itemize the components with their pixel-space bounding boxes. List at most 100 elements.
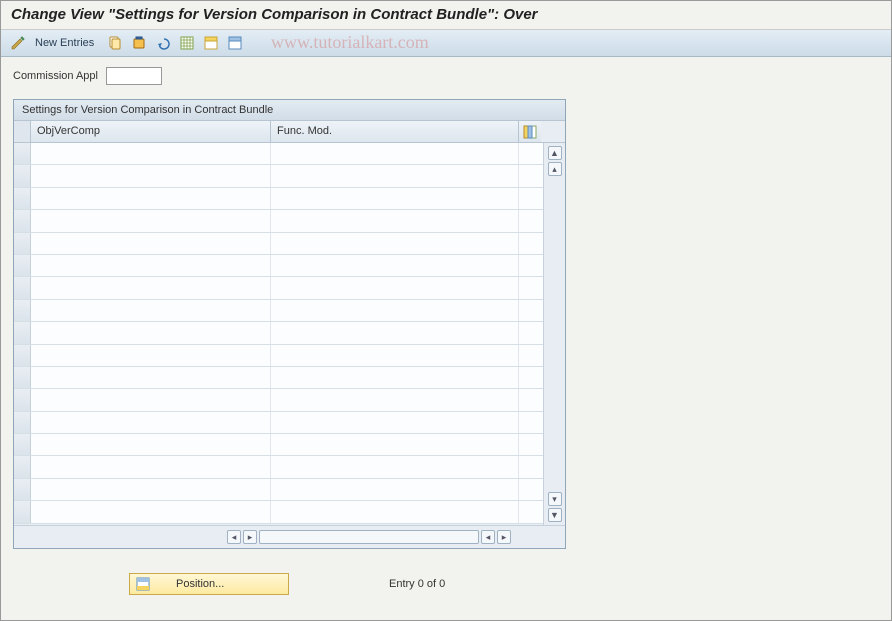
table-row[interactable]: [14, 300, 543, 322]
scroll-down-icon[interactable]: ▼: [548, 508, 562, 522]
deselect-all-icon[interactable]: [226, 34, 244, 52]
cell-funcmod[interactable]: [271, 345, 519, 366]
table-row[interactable]: [14, 367, 543, 389]
row-selector[interactable]: [14, 143, 31, 164]
cell-funcmod[interactable]: [271, 501, 519, 522]
cell-funcmod[interactable]: [271, 434, 519, 455]
row-selector[interactable]: [14, 345, 31, 366]
cell-funcmod[interactable]: [271, 277, 519, 298]
commission-appl-row: Commission Appl: [13, 67, 879, 85]
row-selector[interactable]: [14, 300, 31, 321]
table-panel-title: Settings for Version Comparison in Contr…: [14, 100, 565, 121]
table-row[interactable]: [14, 277, 543, 299]
row-selector[interactable]: [14, 389, 31, 410]
row-selector[interactable]: [14, 165, 31, 186]
table-row[interactable]: [14, 479, 543, 501]
cell-objvercomp[interactable]: [31, 188, 271, 209]
cell-objvercomp[interactable]: [31, 434, 271, 455]
scroll-down-step-icon[interactable]: ▾: [548, 492, 562, 506]
content-area: Commission Appl Settings for Version Com…: [1, 57, 891, 559]
table-row[interactable]: [14, 412, 543, 434]
cell-objvercomp[interactable]: [31, 501, 271, 522]
toggle-edit-icon[interactable]: [9, 34, 27, 52]
column-objvercomp[interactable]: ObjVerComp: [31, 121, 271, 142]
row-selector[interactable]: [14, 479, 31, 500]
cell-objvercomp[interactable]: [31, 345, 271, 366]
table-row[interactable]: [14, 389, 543, 411]
table-settings-icon[interactable]: [519, 121, 541, 142]
scroll-up-step-icon[interactable]: ▴: [548, 162, 562, 176]
cell-objvercomp[interactable]: [31, 210, 271, 231]
cell-objvercomp[interactable]: [31, 255, 271, 276]
cell-objvercomp[interactable]: [31, 412, 271, 433]
table-row[interactable]: [14, 188, 543, 210]
table-row[interactable]: [14, 501, 543, 523]
cell-funcmod[interactable]: [271, 255, 519, 276]
vertical-scrollbar[interactable]: ▲ ▴ ▾ ▼: [543, 143, 565, 525]
cell-objvercomp[interactable]: [31, 456, 271, 477]
row-selector[interactable]: [14, 434, 31, 455]
scroll-up-icon[interactable]: ▲: [548, 146, 562, 160]
hscroll-track[interactable]: [259, 530, 479, 544]
row-selector[interactable]: [14, 322, 31, 343]
scroll-left-icon[interactable]: ▸: [243, 530, 257, 544]
horizontal-scrollbar[interactable]: ◂ ▸ ◂ ▸: [14, 525, 565, 548]
scroll-left-first-icon[interactable]: ◂: [227, 530, 241, 544]
row-selector[interactable]: [14, 501, 31, 522]
position-button[interactable]: Position...: [129, 573, 289, 595]
cell-objvercomp[interactable]: [31, 300, 271, 321]
cell-objvercomp[interactable]: [31, 389, 271, 410]
select-all-column[interactable]: [14, 121, 31, 142]
cell-funcmod[interactable]: [271, 456, 519, 477]
cell-funcmod[interactable]: [271, 143, 519, 164]
row-selector[interactable]: [14, 210, 31, 231]
cell-funcmod[interactable]: [271, 300, 519, 321]
cell-objvercomp[interactable]: [31, 233, 271, 254]
table-row[interactable]: [14, 233, 543, 255]
row-selector[interactable]: [14, 188, 31, 209]
table-row[interactable]: [14, 345, 543, 367]
row-selector[interactable]: [14, 367, 31, 388]
column-funcmod[interactable]: Func. Mod.: [271, 121, 519, 142]
table-row[interactable]: [14, 255, 543, 277]
table-row[interactable]: [14, 322, 543, 344]
row-selector[interactable]: [14, 233, 31, 254]
row-selector[interactable]: [14, 277, 31, 298]
table-row[interactable]: [14, 210, 543, 232]
scroll-right-last-icon[interactable]: ▸: [497, 530, 511, 544]
cell-objvercomp[interactable]: [31, 367, 271, 388]
footer-bar: Position... Entry 0 of 0: [129, 573, 445, 595]
table-row[interactable]: [14, 456, 543, 478]
cell-funcmod[interactable]: [271, 165, 519, 186]
cell-funcmod[interactable]: [271, 322, 519, 343]
table-row[interactable]: [14, 143, 543, 165]
table-row[interactable]: [14, 165, 543, 187]
row-selector[interactable]: [14, 456, 31, 477]
cell-funcmod[interactable]: [271, 210, 519, 231]
toolbar: New Entries www.tutorialkart.com: [1, 30, 891, 57]
position-label: Position...: [176, 578, 224, 590]
cell-funcmod[interactable]: [271, 188, 519, 209]
cell-funcmod[interactable]: [271, 412, 519, 433]
cell-funcmod[interactable]: [271, 479, 519, 500]
cell-objvercomp[interactable]: [31, 479, 271, 500]
cell-funcmod[interactable]: [271, 367, 519, 388]
row-selector[interactable]: [14, 412, 31, 433]
new-entries-button[interactable]: New Entries: [33, 37, 100, 49]
cell-objvercomp[interactable]: [31, 143, 271, 164]
select-all-icon[interactable]: [178, 34, 196, 52]
delete-icon[interactable]: [130, 34, 148, 52]
commission-appl-input[interactable]: [106, 67, 162, 85]
cell-funcmod[interactable]: [271, 233, 519, 254]
undo-icon[interactable]: [154, 34, 172, 52]
row-selector[interactable]: [14, 255, 31, 276]
table-row[interactable]: [14, 434, 543, 456]
cell-objvercomp[interactable]: [31, 322, 271, 343]
copy-as-icon[interactable]: [106, 34, 124, 52]
cell-objvercomp[interactable]: [31, 277, 271, 298]
table-body: ▲ ▴ ▾ ▼: [14, 143, 565, 525]
cell-funcmod[interactable]: [271, 389, 519, 410]
scroll-right-icon[interactable]: ◂: [481, 530, 495, 544]
cell-objvercomp[interactable]: [31, 165, 271, 186]
select-block-icon[interactable]: [202, 34, 220, 52]
